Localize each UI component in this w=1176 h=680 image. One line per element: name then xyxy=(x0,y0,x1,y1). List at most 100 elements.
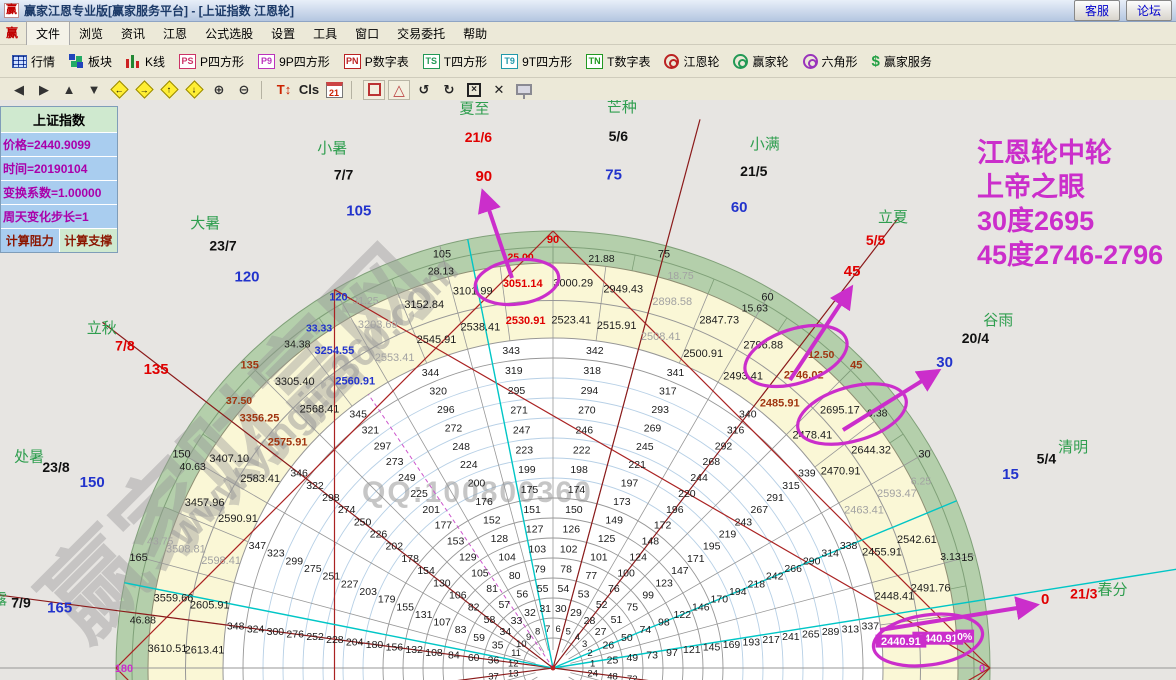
quote-field-0: 价格=2440.9099 xyxy=(1,133,117,157)
menu-item-3[interactable]: 江恩 xyxy=(154,22,196,45)
svg-text:20/4: 20/4 xyxy=(962,330,989,346)
toolbar-item-板块[interactable]: 板块 xyxy=(63,50,118,73)
svg-text:2508.41: 2508.41 xyxy=(641,331,681,343)
menu-item-2[interactable]: 资讯 xyxy=(112,22,154,45)
menu-item-5[interactable]: 设置 xyxy=(262,22,304,45)
gann-wheel-svg[interactable]: 赢家财富网www.yingjia360.comQQ:10080036012345… xyxy=(0,99,1176,680)
svg-text:343: 343 xyxy=(502,345,520,357)
triangle-overlay-icon[interactable]: △ xyxy=(388,79,410,100)
blocks-icon xyxy=(69,54,84,68)
toolbar-item-P四方形[interactable]: PS P四方形 xyxy=(173,50,250,73)
rotate-cw-icon[interactable]: ↻ xyxy=(438,80,460,100)
toolbar-item-label: P数字表 xyxy=(364,54,409,69)
menu-logo-icon: 赢 xyxy=(5,26,18,40)
svg-text:345: 345 xyxy=(349,409,367,421)
toolbar-item-行情[interactable]: 行情 xyxy=(6,50,61,73)
svg-text:241: 241 xyxy=(782,631,800,643)
PS-badge-icon: PS xyxy=(179,53,197,69)
svg-text:76: 76 xyxy=(608,583,620,595)
toolbar-item-P数字表[interactable]: PN P数字表 xyxy=(338,50,415,73)
svg-text:30: 30 xyxy=(936,354,953,371)
svg-text:322: 322 xyxy=(306,480,324,492)
svg-text:217: 217 xyxy=(762,634,780,646)
svg-text:97: 97 xyxy=(666,647,678,659)
menu-item-8[interactable]: 交易委托 xyxy=(388,22,454,45)
svg-text:清明: 清明 xyxy=(1058,439,1088,456)
quote-field-2: 变换系数=1.00000 xyxy=(1,181,117,205)
square-overlay-icon[interactable] xyxy=(363,79,385,100)
shift-up-icon[interactable]: ↑ xyxy=(158,80,180,100)
toolbar-item-赢家轮[interactable]: 赢家轮 xyxy=(727,50,794,73)
svg-text:173: 173 xyxy=(613,496,631,508)
menu-item-7[interactable]: 窗口 xyxy=(346,22,388,45)
svg-text:48: 48 xyxy=(607,671,618,680)
menu-item-4[interactable]: 公式选股 xyxy=(196,22,262,45)
toolbar-item-K线[interactable]: K线 xyxy=(120,50,171,73)
cls-button[interactable]: Cls xyxy=(298,80,320,100)
svg-text:148: 148 xyxy=(642,536,660,548)
svg-text:75: 75 xyxy=(658,249,670,261)
svg-text:82: 82 xyxy=(468,602,480,614)
titlebar-button-客服[interactable]: 客服 xyxy=(1073,0,1120,21)
menu-bar: 赢 文件 浏览 资讯 江恩 公式选股 设置 工具 窗口 交易委托 帮助 xyxy=(0,20,1176,46)
t-updown-icon[interactable]: T↕ xyxy=(273,80,295,100)
gann-wheel-chart[interactable]: 赢家财富网 www.yingjia360.com QQ:100800360 1 2 3 4 5… xyxy=(0,99,1176,680)
presentation-icon[interactable] xyxy=(513,80,535,100)
svg-text:2538.41: 2538.41 xyxy=(461,322,501,334)
menu-item-1[interactable]: 浏览 xyxy=(70,22,112,45)
svg-text:174: 174 xyxy=(568,484,586,496)
menu-item-6[interactable]: 工具 xyxy=(304,22,346,45)
calendar-icon[interactable]: 21 xyxy=(323,80,345,100)
svg-text:272: 272 xyxy=(445,422,463,434)
svg-text:203: 203 xyxy=(359,586,377,598)
svg-text:155: 155 xyxy=(396,601,414,613)
svg-text:339: 339 xyxy=(798,468,816,480)
titlebar-button-论坛[interactable]: 论坛 xyxy=(1125,0,1172,21)
calc-support-button[interactable]: 计算支撑 xyxy=(59,229,117,252)
shift-left-icon[interactable]: ← xyxy=(108,80,130,100)
svg-text:289: 289 xyxy=(822,626,840,638)
svg-text:60: 60 xyxy=(731,199,748,216)
quote-field-1: 时间=20190104 xyxy=(1,157,117,181)
svg-text:2448.41: 2448.41 xyxy=(875,590,915,602)
nav-down-icon[interactable]: ▼ xyxy=(83,80,105,100)
toolbar-item-T数字表[interactable]: TN T数字表 xyxy=(580,50,656,73)
svg-text:5/4: 5/4 xyxy=(1037,451,1057,467)
svg-text:2470.91: 2470.91 xyxy=(821,465,861,477)
svg-text:219: 219 xyxy=(719,529,737,541)
menu-item-9[interactable]: 帮助 xyxy=(454,22,496,45)
shift-down-icon[interactable]: ↓ xyxy=(183,80,205,100)
shift-right-icon[interactable]: → xyxy=(133,80,155,100)
svg-text:31: 31 xyxy=(539,603,551,615)
collapse-icon[interactable]: ✕ xyxy=(488,80,510,100)
svg-text:90: 90 xyxy=(547,234,559,246)
menu-item-0[interactable]: 文件 xyxy=(26,20,71,46)
svg-text:243: 243 xyxy=(735,516,753,528)
svg-text:32: 32 xyxy=(524,607,536,619)
svg-text:340: 340 xyxy=(739,409,757,421)
nav-up-icon[interactable]: ▲ xyxy=(58,80,80,100)
nav-left-icon[interactable]: ◀ xyxy=(8,80,30,100)
svg-text:120: 120 xyxy=(329,292,347,304)
rotate-ccw-icon[interactable]: ↺ xyxy=(413,80,435,100)
svg-text:3051.14: 3051.14 xyxy=(503,278,544,290)
toolbar-item-六角形[interactable]: 六角形 xyxy=(797,50,864,73)
toolbar-item-9T四方形[interactable]: T9 9T四方形 xyxy=(495,50,578,73)
toolbar-item-9P四方形[interactable]: P9 9P四方形 xyxy=(252,50,336,73)
svg-text:251: 251 xyxy=(323,571,341,583)
svg-text:314: 314 xyxy=(821,548,839,560)
fit-box-icon[interactable]: × xyxy=(463,80,485,100)
svg-text:320: 320 xyxy=(429,385,447,397)
toolbar-item-label: P四方形 xyxy=(200,54,245,69)
zoom-in-icon[interactable]: ⊕ xyxy=(208,80,230,100)
nav-right-icon[interactable]: ▶ xyxy=(33,80,55,100)
svg-text:3: 3 xyxy=(582,639,587,650)
zoom-out-icon[interactable]: ⊖ xyxy=(233,80,255,100)
toolbar-item-江恩轮[interactable]: 江恩轮 xyxy=(658,50,725,73)
svg-text:2949.43: 2949.43 xyxy=(603,284,643,296)
calc-resistance-button[interactable]: 计算阻力 xyxy=(1,229,60,252)
svg-text:72: 72 xyxy=(627,674,638,680)
svg-text:127: 127 xyxy=(526,524,544,536)
toolbar-item-赢家服务[interactable]: $ 赢家服务 xyxy=(866,50,938,73)
toolbar-item-T四方形[interactable]: TS T四方形 xyxy=(417,50,493,73)
